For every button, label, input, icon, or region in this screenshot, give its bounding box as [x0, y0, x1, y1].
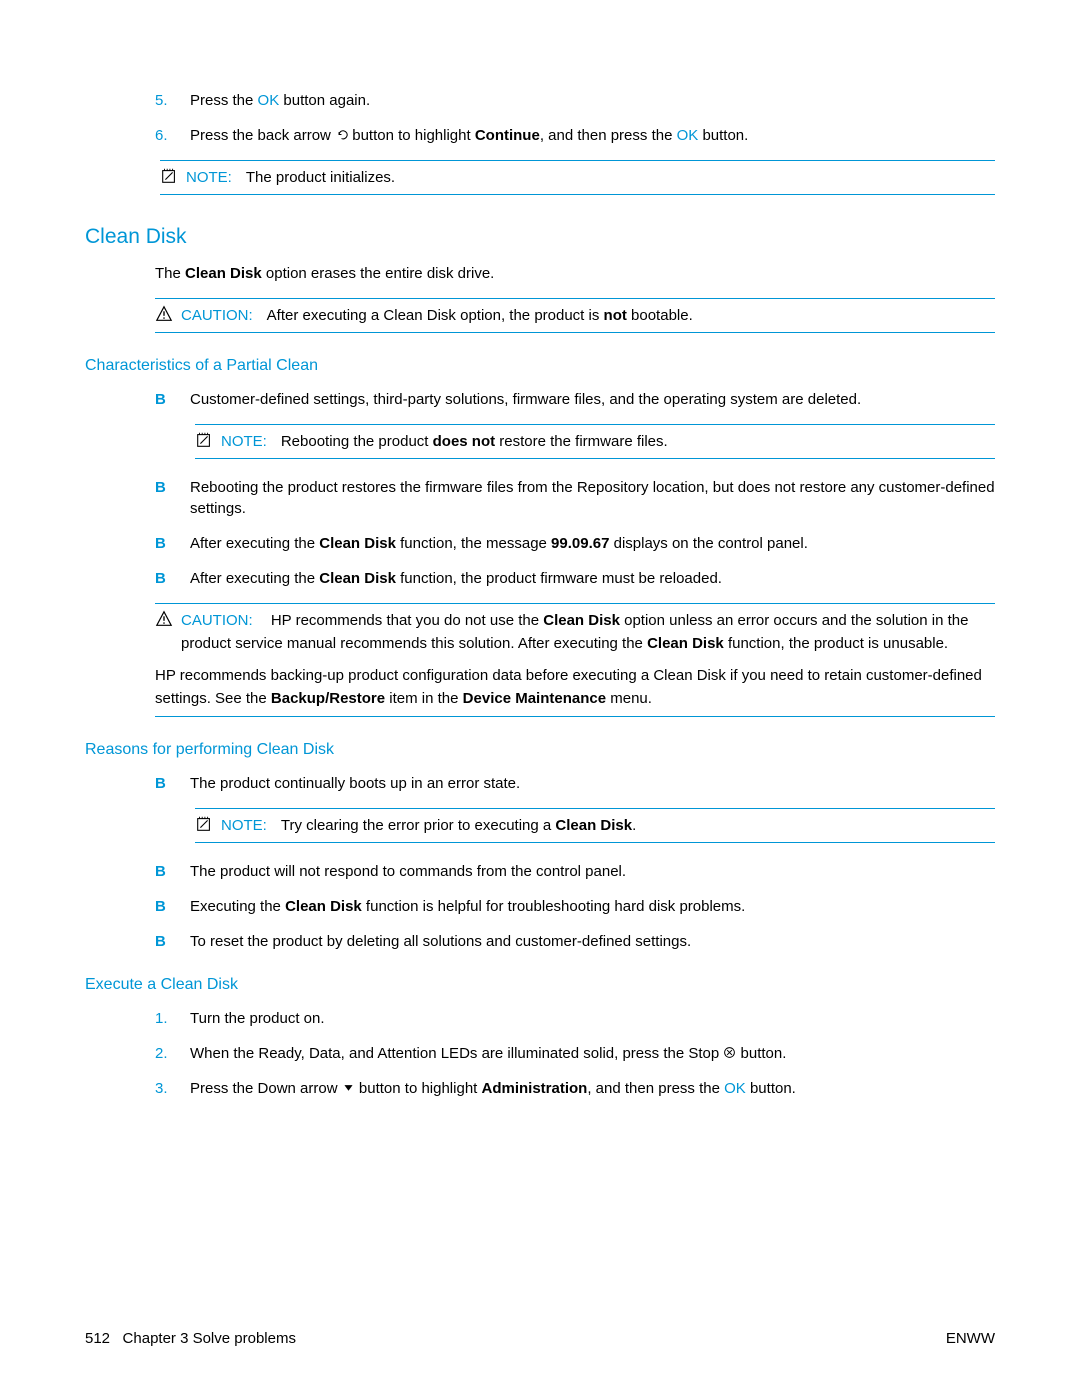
list-item: B Rebooting the product restores the fir… [155, 477, 995, 519]
note-callout: NOTE: The product initializes. [160, 160, 995, 195]
step-text: Press the Down arrow button to highlight… [190, 1078, 995, 1099]
step-text: When the Ready, Data, and Attention LEDs… [190, 1043, 995, 1064]
heading-execute: Execute a Clean Disk [85, 976, 995, 994]
note-text: Rebooting the product does not restore t… [281, 431, 995, 452]
bullet-icon: B [155, 931, 190, 952]
step-1: 1. Turn the product on. [155, 1008, 995, 1029]
step-text: Press the back arrow button to highlight… [190, 125, 995, 146]
step-3: 3. Press the Down arrow button to highli… [155, 1078, 995, 1099]
bullet-icon: B [155, 773, 190, 794]
step-number: 3. [155, 1078, 190, 1099]
caution-text: After executing a Clean Disk option, the… [267, 305, 995, 326]
list-text: After executing the Clean Disk function,… [190, 568, 995, 589]
caution-paragraph: HP recommends backing-up product configu… [155, 665, 995, 710]
list-text: Executing the Clean Disk function is hel… [190, 896, 995, 917]
heading-characteristics: Characteristics of a Partial Clean [85, 357, 995, 375]
list-item: B To reset the product by deleting all s… [155, 931, 995, 952]
note-icon [195, 431, 217, 449]
step-2: 2. When the Ready, Data, and Attention L… [155, 1043, 995, 1064]
step-5: 5. Press the OK button again. [155, 90, 995, 111]
note-icon [195, 815, 217, 833]
list-item: B The product continually boots up in an… [155, 773, 995, 794]
caution-icon [155, 610, 177, 628]
step-number: 5. [155, 90, 190, 111]
step-number: 6. [155, 125, 190, 146]
bullet-icon: B [155, 533, 190, 554]
step-text: Press the OK button again. [190, 90, 995, 111]
bullet-icon: B [155, 896, 190, 917]
caution-icon [155, 305, 177, 323]
bullet-icon: B [155, 861, 190, 882]
list-text: The product continually boots up in an e… [190, 773, 995, 794]
list-item: B Customer-defined settings, third-party… [155, 389, 995, 410]
list-item: B After executing the Clean Disk functio… [155, 568, 995, 589]
note-label: NOTE: [221, 431, 267, 452]
note-text: The product initializes. [246, 167, 995, 188]
footer-right: ENWW [946, 1330, 995, 1347]
note-label: NOTE: [221, 815, 267, 836]
back-arrow-icon [335, 127, 348, 144]
step-number: 1. [155, 1008, 190, 1029]
list-text: To reset the product by deleting all sol… [190, 931, 995, 952]
note-text: Try clearing the error prior to executin… [281, 815, 995, 836]
list-item: B After executing the Clean Disk functio… [155, 533, 995, 554]
caution-label: CAUTION: [181, 305, 253, 326]
step-number: 2. [155, 1043, 190, 1064]
down-arrow-icon [342, 1080, 355, 1097]
note-callout: NOTE: Try clearing the error prior to ex… [195, 808, 995, 843]
caution-label: CAUTION: [181, 612, 253, 629]
chapter-label: Chapter 3 Solve problems [123, 1330, 296, 1347]
step-text: Turn the product on. [190, 1008, 995, 1029]
list-item: B The product will not respond to comman… [155, 861, 995, 882]
list-text: Customer-defined settings, third-party s… [190, 389, 995, 410]
page-number: 512 [85, 1330, 110, 1347]
list-item: B Executing the Clean Disk function is h… [155, 896, 995, 917]
caution-callout: CAUTION: HP recommends that you do not u… [155, 603, 995, 717]
note-callout: NOTE: Rebooting the product does not res… [195, 424, 995, 459]
list-text: Rebooting the product restores the firmw… [190, 477, 995, 519]
paragraph: The Clean Disk option erases the entire … [155, 263, 995, 284]
note-icon [160, 167, 182, 185]
list-text: After executing the Clean Disk function,… [190, 533, 995, 554]
caution-callout: CAUTION: After executing a Clean Disk op… [155, 298, 995, 333]
note-label: NOTE: [186, 167, 232, 188]
bullet-icon: B [155, 389, 190, 410]
step-6: 6. Press the back arrow button to highli… [155, 125, 995, 146]
heading-clean-disk: Clean Disk [85, 225, 995, 249]
list-text: The product will not respond to commands… [190, 861, 995, 882]
bullet-icon: B [155, 477, 190, 519]
bullet-icon: B [155, 568, 190, 589]
stop-icon [723, 1045, 736, 1062]
page-footer: 512 Chapter 3 Solve problems ENWW [85, 1330, 995, 1347]
heading-reasons: Reasons for performing Clean Disk [85, 741, 995, 759]
